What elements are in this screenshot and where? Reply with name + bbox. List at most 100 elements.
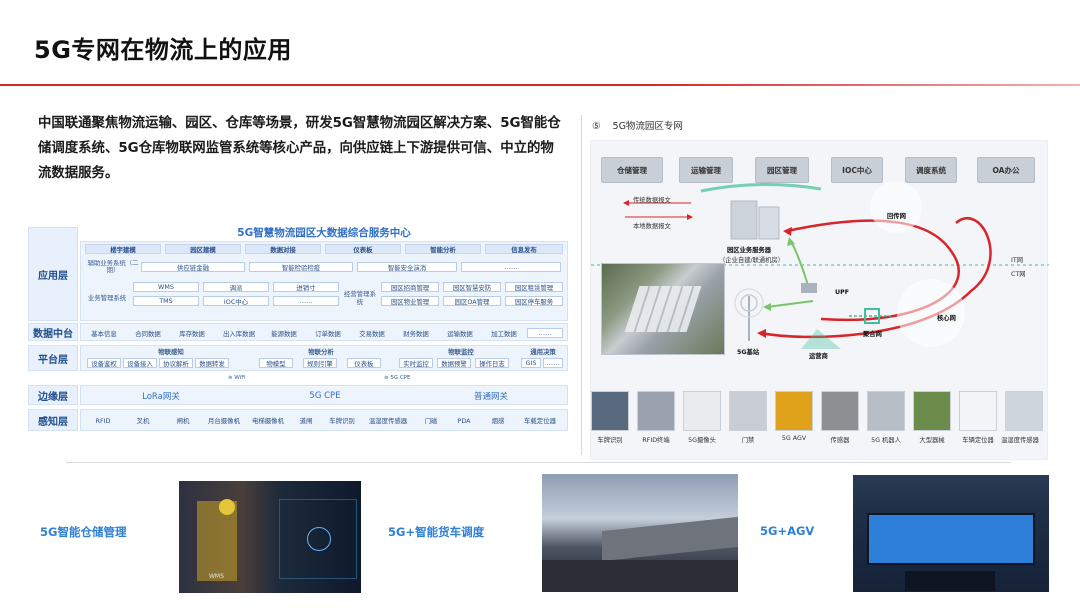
device-label: 5G AGV xyxy=(781,435,807,442)
it-net-label: IT网 xyxy=(1011,257,1024,264)
data-item: 订单数据 xyxy=(315,329,341,338)
app-item: 智能安全演消 xyxy=(357,262,457,272)
device-strip: 车牌识别 RFID终端 5G摄像头 门禁 5G AGV 传感器 5G 机器人 大… xyxy=(591,389,1049,461)
app-item: 园区OA管理 xyxy=(443,296,501,306)
app-item: 供应链金融 xyxy=(141,262,245,272)
ct-net-label: CT网 xyxy=(1011,271,1026,278)
data-item: 合同数据 xyxy=(135,329,161,338)
device-label: 门禁 xyxy=(741,437,755,444)
scenario-caption-warehouse: 5G智能仓储管理 xyxy=(40,525,127,539)
agv-icon xyxy=(775,391,813,431)
data-item: 库存数据 xyxy=(179,329,205,338)
app-item: WMS xyxy=(133,282,199,292)
application-layer: 楼宇建模 园区建模 数据对接 仪表板 智能分析 信息发布 辅助业务系统（二期） … xyxy=(80,241,568,321)
app-group-label: 经营管理系统 xyxy=(344,290,376,306)
platform-item: …… xyxy=(543,358,563,368)
layer-label-application: 应用层 xyxy=(28,227,78,321)
license-plate-camera-icon xyxy=(591,391,629,431)
platform-item: 仪表板 xyxy=(347,358,381,368)
aggregation-label: 聚合网 xyxy=(863,331,882,338)
app-item: 进销寸 xyxy=(273,282,339,292)
sensor-item: RFID xyxy=(95,416,111,425)
data-item: …… xyxy=(527,328,563,338)
device-label: 5G 机器人 xyxy=(871,437,901,444)
truck-dispatch-photo xyxy=(542,474,738,592)
bottom-divider xyxy=(66,462,1010,463)
base-station-label: 5G基站 xyxy=(737,349,760,356)
title-divider xyxy=(0,84,1080,86)
data-item: 运输数据 xyxy=(447,329,473,338)
access-control-icon xyxy=(729,391,767,431)
section-divider xyxy=(581,115,582,455)
app-top-item: 数据对接 xyxy=(245,244,321,254)
upstream-label: 传统数据报文 xyxy=(633,197,671,204)
data-item: 加工数据 xyxy=(491,329,517,338)
app-group-label: 业务管理系统 xyxy=(87,294,127,302)
app-item: …… xyxy=(461,262,561,272)
sensor-item: 烟感 xyxy=(491,417,505,425)
layer-label-perception: 感知层 xyxy=(28,409,78,431)
data-platform-layer: 基本信息 合同数据 库存数据 出入库数据 能源数据 订单数据 交易数据 财务数据… xyxy=(80,323,568,341)
edge-item: LoRa网关 xyxy=(142,392,180,402)
data-item: 基本信息 xyxy=(91,329,117,338)
sensor-item: 车载定位器 xyxy=(524,417,556,425)
app-item: 园区租赁管理 xyxy=(505,282,563,292)
data-item: 能源数据 xyxy=(271,329,297,338)
app-top-item: 智能分析 xyxy=(405,244,481,254)
sensor-item: 月台摄像机 xyxy=(208,417,240,425)
server-label: 园区业务服务器 xyxy=(727,247,772,254)
layer-label-edge: 边缘层 xyxy=(28,385,78,405)
platform-group-label: 物联监控 xyxy=(448,348,474,356)
sensor-item: 车牌识别 xyxy=(329,417,355,425)
intro-paragraph: 中国联通聚焦物流运输、园区、仓库等场景，研发5G智慧物流园区解决方案、5G智能仓… xyxy=(38,116,561,181)
sensor-item: 闸机 xyxy=(176,417,190,425)
device-label: 5G摄像头 xyxy=(688,437,716,444)
device-label: 传感器 xyxy=(830,437,850,444)
agv-control-room-photo xyxy=(853,475,1049,592)
sensor-item: 电梯摄像机 xyxy=(252,417,284,425)
edge-item: 5G CPE xyxy=(309,391,341,401)
edge-layer: LoRa网关 5G CPE 普通网关 xyxy=(80,385,568,405)
data-item: 财务数据 xyxy=(403,329,429,338)
robot-icon xyxy=(867,391,905,431)
app-item: TMS xyxy=(133,296,199,306)
device-label: RFID终端 xyxy=(642,437,670,444)
sensor-icon xyxy=(821,391,859,431)
server-sublabel: （企业自建/联通机房） xyxy=(719,257,785,264)
operator-label: 运营商 xyxy=(809,353,828,360)
platform-item: 设备接入 xyxy=(123,358,157,368)
platform-item: 规则引擎 xyxy=(303,358,337,368)
app-top-item: 信息发布 xyxy=(485,244,563,254)
sensor-item: 叉机 xyxy=(136,417,150,425)
scenario-caption-truck: 5G+智能货车调度 xyxy=(388,525,485,539)
app-item: …… xyxy=(273,296,339,306)
device-label: 车牌识别 xyxy=(597,437,623,444)
wifi-label: ≋ WiFi xyxy=(228,375,246,381)
platform-item: 数据转发 xyxy=(195,358,229,368)
network-title: ⑤ 5G物流园区专网 xyxy=(592,121,683,132)
architecture-title: 5G智慧物流园区大数据综合服务中心 xyxy=(237,227,411,239)
app-item: 智能检验检疫 xyxy=(249,262,353,272)
scenario-caption-agv: 5G+AGV xyxy=(760,524,815,538)
app-group-label: 辅助业务系统（二期） xyxy=(87,260,139,274)
data-item: 出入库数据 xyxy=(223,329,255,338)
rfid-terminal-icon xyxy=(637,391,675,431)
platform-item: 物模型 xyxy=(259,358,293,368)
edge-item: 普通网关 xyxy=(473,392,508,402)
platform-item: 操作日志 xyxy=(475,358,509,368)
temp-humidity-sensor-icon xyxy=(1005,391,1043,431)
platform-group-label: 物联感知 xyxy=(158,348,184,356)
data-item: 交易数据 xyxy=(359,329,385,338)
layer-label-platform: 平台层 xyxy=(28,345,78,371)
app-item: 园区智慧安防 xyxy=(443,282,501,292)
app-top-item: 仪表板 xyxy=(325,244,401,254)
platform-item: 数据预警 xyxy=(437,358,471,368)
warehouse-photo: WMS xyxy=(179,481,361,593)
device-label: 温湿度传感器 xyxy=(1001,437,1039,444)
upf-label: UPF xyxy=(835,289,850,296)
sensor-item: 门磁 xyxy=(424,417,438,425)
app-item: 调派 xyxy=(203,282,269,292)
camera-icon xyxy=(683,391,721,431)
app-top-item: 园区建模 xyxy=(165,244,241,254)
page-title: 5G专网在物流上的应用 xyxy=(34,36,292,64)
